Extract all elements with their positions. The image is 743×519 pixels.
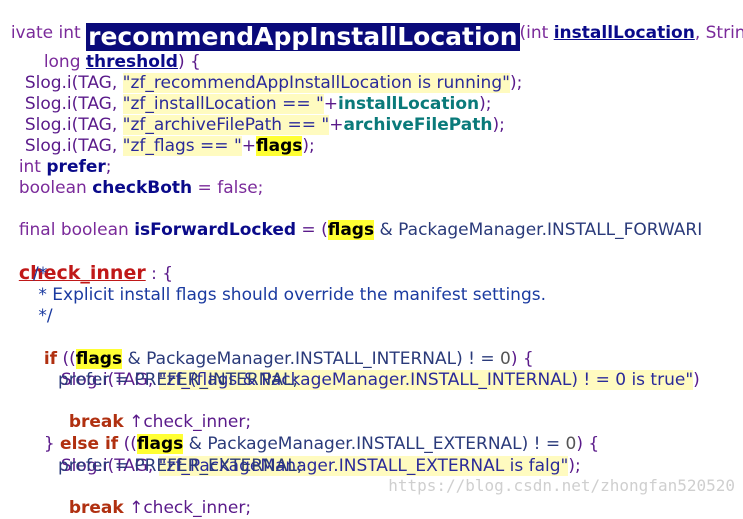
- assign-open: = (: [296, 220, 328, 240]
- code-line-10: check_inner : {: [8, 242, 173, 285]
- plus-op: +: [329, 115, 344, 135]
- label-brace: : {: [145, 264, 174, 284]
- code-line-prefer-internal: prefer = PREFER_INTERNAL;: [58, 370, 299, 390]
- var-flags-highlighted[interactable]: flags: [327, 220, 375, 240]
- code-line-break-2: break ↑check_inner;: [58, 477, 251, 518]
- code-line-if: if ((flags & PackageManager.INSTALL_INTE…: [33, 328, 534, 369]
- punct: );: [568, 456, 581, 476]
- code-line-7: int prefer;: [8, 136, 112, 177]
- var-flags-highlighted[interactable]: flags: [256, 136, 303, 156]
- param-rest: , String: [694, 23, 743, 43]
- var-check-both[interactable]: checkBoth: [92, 178, 192, 198]
- code-line-5: Slog.i(TAG, "zf_archiveFilePath == "+arc…: [14, 94, 505, 135]
- comment-line-3: */: [33, 306, 53, 326]
- punct: ): [693, 370, 700, 390]
- var-is-forward-locked[interactable]: isForwardLocked: [134, 220, 296, 240]
- param-install-location[interactable]: installLocation: [554, 23, 695, 43]
- final-boolean: final boolean: [18, 220, 135, 240]
- code-line-log-internal: Slog.i(TAG, "zf_(flags & PackageManager.…: [50, 349, 700, 390]
- type-boolean: boolean: [18, 178, 93, 198]
- code-line-log-external: Slog.i(TAG, "zf_PackageManager.INSTALL_E…: [50, 435, 581, 476]
- code-line-6: Slog.i(TAG, "zf_flags == "+flags);: [14, 115, 315, 156]
- punct: );: [302, 136, 315, 156]
- code-line-prefer-external: prefer = PREFER_EXTERNAL;: [58, 456, 303, 476]
- punct: );: [509, 73, 523, 93]
- break-target[interactable]: ↑check_inner;: [124, 498, 251, 518]
- keyword-break: break: [68, 498, 124, 518]
- code-line-else-if: } else if ((flags & PackageManager.INSTA…: [33, 413, 599, 454]
- var-archive-file-path[interactable]: archiveFilePath: [343, 115, 492, 135]
- comment-line-2: * Explicit install flags should override…: [33, 285, 546, 305]
- code-line-2: long threshold) {: [33, 31, 201, 72]
- comment-line-1: /*: [33, 264, 48, 284]
- expr-rest: & PackageManager.INSTALL_FORWARI: [374, 220, 703, 240]
- code-line-4: Slog.i(TAG, "zf_installLocation == "+ins…: [14, 73, 492, 114]
- code-line-3: Slog.i(TAG, "zf_recommendAppInstallLocat…: [14, 52, 522, 93]
- code-line-9: final boolean isForwardLocked = (flags &…: [8, 199, 702, 240]
- string-literal: "zf_flags == ": [122, 136, 242, 156]
- code-line-1: ivate int recommendAppInstallLocation (in…: [0, 2, 743, 51]
- plus-op: +: [241, 136, 257, 156]
- watermark-text: https://blog.csdn.net/zhongfan520520: [388, 476, 735, 495]
- code-line-8: boolean checkBoth = false;: [8, 157, 264, 198]
- assign-false: = false;: [192, 178, 264, 198]
- code-line-break-1: break ↑check_inner;: [58, 391, 251, 432]
- param-open: (int: [519, 23, 554, 43]
- punct: );: [492, 115, 505, 135]
